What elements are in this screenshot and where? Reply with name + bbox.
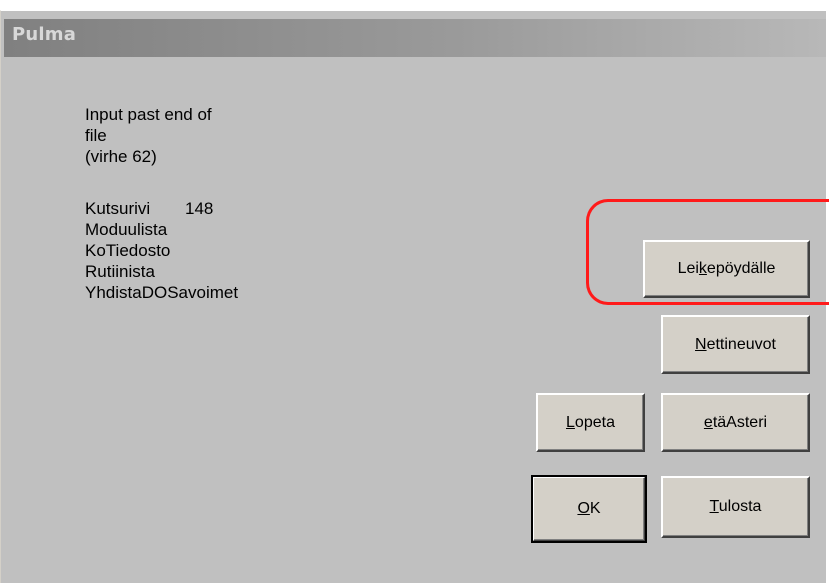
button-label: Leikepöydälle — [677, 260, 776, 277]
message-line: Input past end of — [85, 105, 212, 124]
title-bar[interactable]: Pulma — [4, 19, 826, 57]
dialog-title: Pulma — [12, 24, 77, 45]
print-button[interactable]: Tulosta — [661, 476, 810, 538]
quit-button[interactable]: Lopeta — [536, 393, 645, 452]
button-label: OK — [577, 500, 601, 517]
kutsurivi-label: Kutsurivi — [85, 199, 151, 218]
message-line: file — [85, 126, 107, 145]
ok-button[interactable]: OK — [531, 475, 647, 543]
remote-support-button[interactable]: etäAsteri — [661, 393, 810, 452]
copy-to-clipboard-button[interactable]: Leikepöydälle — [643, 240, 810, 298]
button-label: Tulosta — [709, 498, 762, 515]
button-label: etäAsteri — [703, 413, 768, 431]
button-label: Nettineuvot — [695, 335, 776, 353]
call-stack-line: Moduulista — [85, 220, 168, 239]
kutsurivi-value: 148 — [185, 199, 214, 218]
message-line: (virhe 62) — [85, 147, 157, 166]
call-stack-line: YhdistaDOSavoimet — [85, 283, 239, 302]
web-help-button[interactable]: Nettineuvot — [661, 315, 810, 374]
call-stack-line: Rutiinista — [85, 262, 155, 281]
button-label: Lopeta — [566, 413, 615, 431]
call-stack-line: KoTiedosto — [85, 241, 171, 260]
